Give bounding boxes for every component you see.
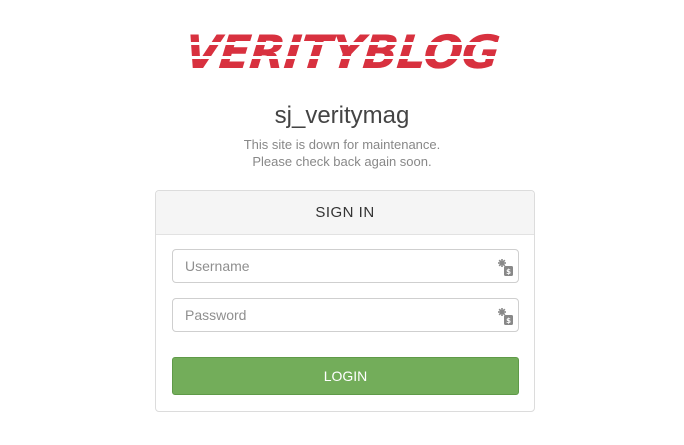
maintenance-message-line1: This site is down for maintenance. (243, 137, 441, 152)
logo-stripe (180, 56, 503, 59)
logo-stripe (181, 42, 504, 45)
site-logo: VERITYBLOG (180, 25, 504, 79)
svg-text:$: $ (506, 268, 511, 276)
password-manager-icon[interactable]: $ (498, 308, 514, 326)
username-field-wrapper: $ (172, 249, 519, 283)
maintenance-message-line2: Please check back again soon. (252, 154, 432, 169)
site-title: sj_veritymag (274, 102, 410, 129)
svg-text:$: $ (506, 317, 511, 325)
login-button[interactable]: LOGIN (172, 357, 519, 395)
password-manager-icon[interactable]: $ (498, 259, 514, 277)
password-input[interactable] (173, 299, 518, 331)
username-input[interactable] (173, 250, 518, 282)
sign-in-panel: SIGN IN $ (155, 190, 535, 412)
logo-text: VERITYBLOG (182, 25, 502, 79)
logo-container: VERITYBLOG (0, 25, 684, 79)
sign-in-heading: SIGN IN (156, 191, 534, 235)
password-field-wrapper: $ (172, 298, 519, 332)
